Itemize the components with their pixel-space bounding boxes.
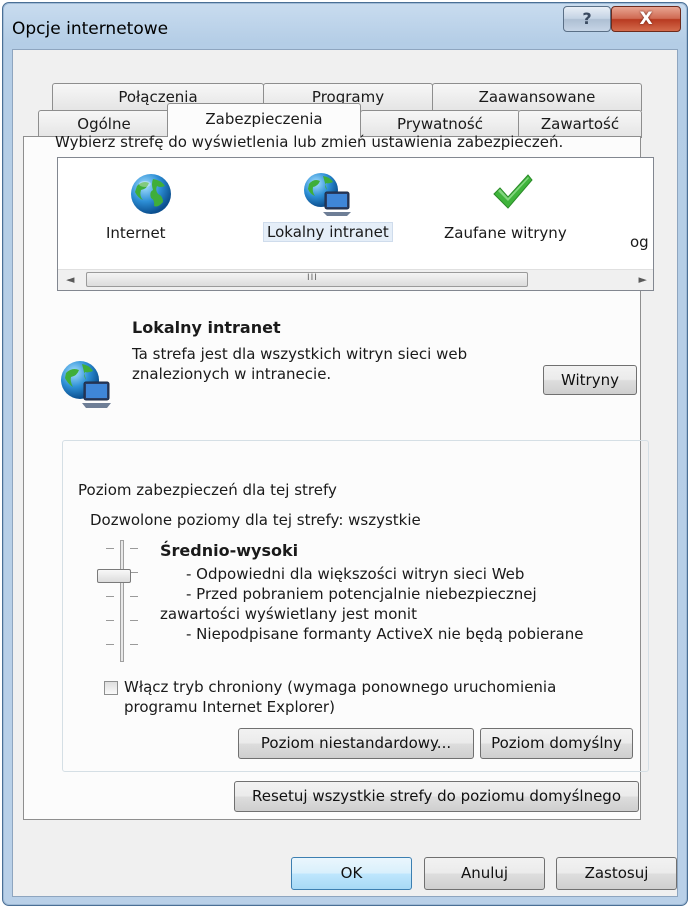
selected-zone-description: Ta strefa jest dla wszystkich witryn sie… xyxy=(132,345,468,383)
scroll-thumb[interactable]: III xyxy=(86,272,528,287)
scroll-left-icon[interactable]: ◄ xyxy=(66,273,74,286)
ok-button[interactable]: OK xyxy=(291,857,412,890)
zone-list-scrollbar[interactable]: ◄ III ► xyxy=(58,269,653,290)
scroll-grip-icon: III xyxy=(307,273,318,283)
level-desc-line: - Odpowiedni dla większości witryn sieci… xyxy=(186,565,525,583)
slider-tick xyxy=(106,644,114,645)
security-level-group-title: Poziom zabezpieczeń dla tej strefy xyxy=(75,481,340,499)
globe-icon xyxy=(131,174,171,214)
protected-mode-label[interactable]: Włącz tryb chroniony (wymaga ponownego u… xyxy=(124,677,624,717)
slider-tick xyxy=(130,548,138,549)
reset-all-zones-button[interactable]: Resetuj wszystkie strefy do poziomu domy… xyxy=(234,781,639,812)
slider-tick xyxy=(130,620,138,621)
help-icon: ? xyxy=(582,9,592,28)
default-level-button[interactable]: Poziom domyślny xyxy=(480,728,633,759)
allowed-levels-text: Dozwolone poziomy dla tej strefy: wszyst… xyxy=(90,511,421,529)
close-icon: X xyxy=(639,9,653,29)
intranet-icon xyxy=(304,173,351,216)
scroll-right-icon[interactable]: ► xyxy=(639,273,647,286)
level-desc-line: - Niepodpisane formanty ActiveX nie będą… xyxy=(186,625,584,643)
slider-tick xyxy=(106,548,114,549)
intranet-icon xyxy=(61,361,111,408)
tab-zaawansowane[interactable]: Zaawansowane xyxy=(432,83,642,111)
slider-tick xyxy=(130,644,138,645)
cancel-button[interactable]: Anuluj xyxy=(424,857,545,890)
security-level-description: - Odpowiedni dla większości witryn sieci… xyxy=(160,564,630,644)
apply-button[interactable]: Zastosuj xyxy=(556,857,677,890)
security-level-slider-track[interactable] xyxy=(120,540,124,662)
level-desc-line: zawartości wyświetlany jest monit xyxy=(160,605,417,623)
title-bar[interactable]: Opcje internetowe ? X xyxy=(3,3,687,49)
close-button[interactable]: X xyxy=(611,6,681,32)
checkmark-icon xyxy=(493,174,533,209)
security-level-name: Średnio-wysoki xyxy=(160,541,299,560)
security-level-slider-thumb[interactable] xyxy=(97,569,131,583)
zone-list[interactable]: Internet Lokalny intranet Zaufane witryn… xyxy=(57,157,654,291)
zone-instruction: Wybierz strefę do wyświetlenia lub zmień… xyxy=(55,133,564,151)
tab-zabezpieczenia[interactable]: Zabezpieczenia xyxy=(167,103,361,137)
zone-partial-label[interactable]: og xyxy=(630,233,649,251)
custom-level-button[interactable]: Poziom niestandardowy... xyxy=(238,728,474,759)
slider-tick xyxy=(130,572,138,573)
help-button[interactable]: ? xyxy=(563,6,611,32)
slider-tick xyxy=(106,620,114,621)
protected-mode-checkbox[interactable] xyxy=(104,681,118,695)
sites-button[interactable]: Witryny xyxy=(543,365,637,395)
slider-tick xyxy=(130,596,138,597)
selected-zone-title: Lokalny intranet xyxy=(132,318,281,337)
level-desc-line: - Przed pobraniem potencjalnie niebezpie… xyxy=(186,585,537,603)
window-title: Opcje internetowe xyxy=(12,19,169,39)
slider-tick xyxy=(106,596,114,597)
